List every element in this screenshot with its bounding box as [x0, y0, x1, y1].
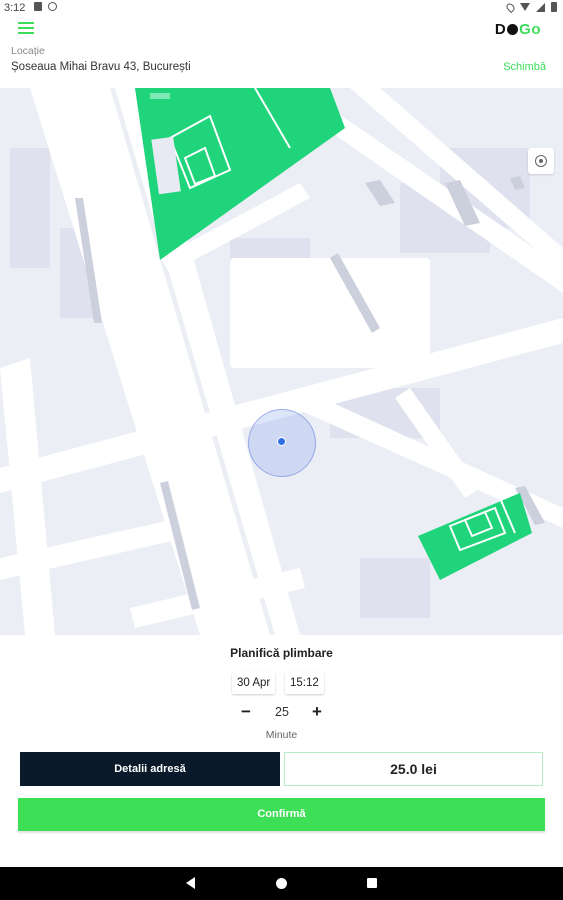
location-pin-icon — [504, 1, 517, 13]
logo-suffix: Go — [519, 21, 541, 38]
signal-icon — [536, 2, 545, 12]
status-left-icons — [34, 2, 57, 11]
triangle-back-icon[interactable] — [186, 877, 195, 889]
logo-prefix: D — [494, 21, 507, 38]
increase-duration-button[interactable]: + — [309, 703, 325, 720]
change-location-link[interactable]: Schimbă — [503, 61, 546, 73]
square-recent-icon[interactable] — [367, 878, 377, 888]
map-canvas — [0, 88, 563, 635]
wifi-icon — [520, 3, 530, 11]
paw-icon — [507, 24, 519, 35]
price-display: 25.0 lei — [284, 752, 543, 786]
duration-value: 25 — [275, 705, 289, 719]
battery-icon — [551, 2, 557, 12]
date-picker[interactable]: 30 Apr — [232, 672, 276, 694]
circle-home-icon[interactable] — [276, 878, 287, 889]
planner-title: Planifică plimbare — [230, 646, 333, 660]
app-logo: D Go — [495, 21, 541, 38]
hamburger-icon[interactable] — [18, 22, 34, 36]
confirm-button[interactable]: Confirmă — [18, 798, 545, 831]
location-address: Șoseaua Mihai Bravu 43, București — [11, 61, 191, 73]
user-location-marker — [277, 437, 286, 446]
sim-card-icon — [34, 2, 42, 11]
address-details-button[interactable]: Detalii adresă — [20, 752, 280, 786]
status-bar: 3:12 — [0, 0, 563, 17]
no-disturb-icon — [48, 2, 57, 11]
status-time: 3:12 — [4, 2, 26, 14]
status-right-icons — [504, 1, 557, 13]
time-picker[interactable]: 15:12 — [285, 672, 324, 694]
crosshair-icon[interactable] — [528, 148, 554, 174]
location-label: Locație — [11, 45, 45, 57]
system-nav-bar — [0, 867, 563, 900]
walk-planner: Planifică plimbare 30 Apr 15:12 − 25 + M… — [0, 635, 563, 867]
map-view[interactable] — [0, 88, 563, 635]
app-bar: D Go — [0, 17, 563, 43]
duration-unit: Minute — [265, 729, 298, 741]
decrease-duration-button[interactable]: − — [238, 703, 254, 720]
location-section: Locație Șoseaua Mihai Bravu 43, Bucureșt… — [11, 45, 552, 85]
